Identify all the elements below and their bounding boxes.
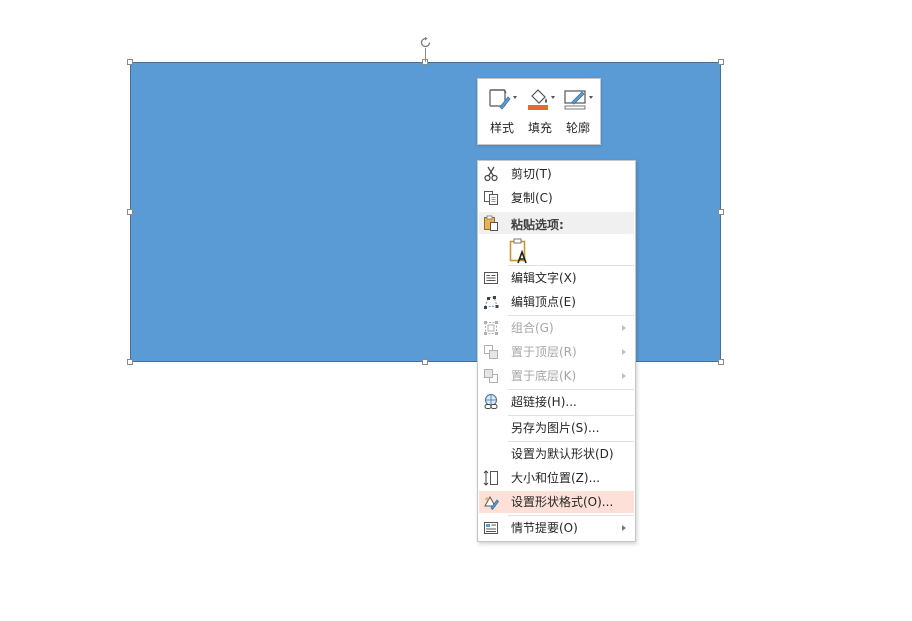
menu-item-group[interactable]: 组合(G) xyxy=(479,317,634,339)
resize-handle-bottom-left[interactable] xyxy=(127,359,133,365)
send-to-back-icon xyxy=(484,369,498,383)
resize-handle-bottom-right[interactable] xyxy=(718,359,724,365)
menu-item-bring-to-front[interactable]: 置于顶层(R) xyxy=(479,341,634,363)
copy-label: 复制(C) xyxy=(511,191,553,205)
format-shape-label: 设置形状格式(O)... xyxy=(511,495,614,509)
fill-button[interactable]: 填充 xyxy=(522,85,558,141)
menu-item-send-to-back[interactable]: 置于底层(K) xyxy=(479,365,634,387)
shape-style-icon xyxy=(489,89,517,110)
bring-to-front-label: 置于顶层(R) xyxy=(511,345,577,359)
edit-text-icon xyxy=(484,272,498,284)
send-to-back-label: 置于底层(K) xyxy=(511,369,577,383)
scissors-icon xyxy=(484,166,498,182)
submenu-arrow-icon xyxy=(622,373,626,379)
fill-bucket-icon xyxy=(528,89,555,110)
format-shape-icon xyxy=(484,495,499,510)
storyline-label: 情节提要(O) xyxy=(511,521,578,535)
bring-to-front-icon xyxy=(484,345,498,359)
menu-item-save-as-picture[interactable]: 另存为图片(S)... xyxy=(479,417,634,439)
resize-handle-top-left[interactable] xyxy=(127,59,133,65)
menu-item-format-shape[interactable]: 设置形状格式(O)... xyxy=(479,491,634,513)
menu-separator xyxy=(508,415,634,416)
mini-toolbar: 样式 填充 轮廓 xyxy=(477,78,601,145)
style-label: 样式 xyxy=(489,121,514,135)
menu-separator xyxy=(508,315,634,316)
rotate-handle-stem xyxy=(425,48,426,62)
size-and-position-icon xyxy=(483,470,498,486)
outline-button[interactable]: 轮廓 xyxy=(560,85,596,141)
edit-text-label: 编辑文字(X) xyxy=(511,271,577,285)
edit-points-label: 编辑顶点(E) xyxy=(511,295,576,309)
paste-options-label: 粘贴选项: xyxy=(511,218,564,232)
menu-separator xyxy=(508,441,634,442)
group-icon xyxy=(484,321,498,335)
submenu-arrow-icon xyxy=(622,325,626,331)
resize-handle-bottom-middle[interactable] xyxy=(422,359,428,365)
paste-options-header: 粘贴选项: xyxy=(479,212,634,234)
paste-keep-text-only-button[interactable] xyxy=(508,238,532,264)
storyline-icon xyxy=(484,522,498,534)
rotate-handle-icon[interactable] xyxy=(419,36,432,49)
menu-item-size-and-position[interactable]: 大小和位置(Z)... xyxy=(479,467,634,489)
menu-item-edit-text[interactable]: 编辑文字(X) xyxy=(479,267,634,289)
outline-label: 轮廓 xyxy=(565,121,590,135)
group-label: 组合(G) xyxy=(511,321,554,335)
set-default-shape-label: 设置为默认形状(D) xyxy=(511,447,614,461)
menu-separator xyxy=(508,389,634,390)
paste-clipboard-icon xyxy=(484,215,498,231)
paste-text-only-icon xyxy=(509,238,527,264)
menu-item-hyperlink[interactable]: 超链接(H)... xyxy=(479,391,634,413)
edit-points-icon xyxy=(484,296,499,309)
menu-separator xyxy=(508,265,634,266)
menu-item-storyline[interactable]: 情节提要(O) xyxy=(479,517,634,539)
resize-handle-middle-left[interactable] xyxy=(127,209,133,215)
hyperlink-icon xyxy=(484,394,498,409)
context-menu: 剪切(T) 复制(C) 粘贴选项: 编辑文字(X) 编辑顶点(E) 组合(G) … xyxy=(477,160,636,542)
resize-handle-top-right[interactable] xyxy=(718,59,724,65)
shape-outline-icon xyxy=(564,90,593,110)
fill-label: 填充 xyxy=(527,121,552,135)
hyperlink-label: 超链接(H)... xyxy=(511,395,577,409)
cut-label: 剪切(T) xyxy=(511,167,552,181)
menu-separator xyxy=(508,515,634,516)
style-button[interactable]: 样式 xyxy=(484,85,520,141)
copy-icon xyxy=(484,191,498,205)
submenu-arrow-icon xyxy=(622,525,626,531)
save-as-picture-label: 另存为图片(S)... xyxy=(511,421,600,435)
resize-handle-middle-right[interactable] xyxy=(718,209,724,215)
size-and-position-label: 大小和位置(Z)... xyxy=(511,471,601,485)
menu-item-set-default-shape[interactable]: 设置为默认形状(D) xyxy=(479,443,634,465)
menu-item-copy[interactable]: 复制(C) xyxy=(479,187,634,209)
menu-item-cut[interactable]: 剪切(T) xyxy=(479,163,634,185)
menu-item-edit-points[interactable]: 编辑顶点(E) xyxy=(479,291,634,313)
submenu-arrow-icon xyxy=(622,349,626,355)
